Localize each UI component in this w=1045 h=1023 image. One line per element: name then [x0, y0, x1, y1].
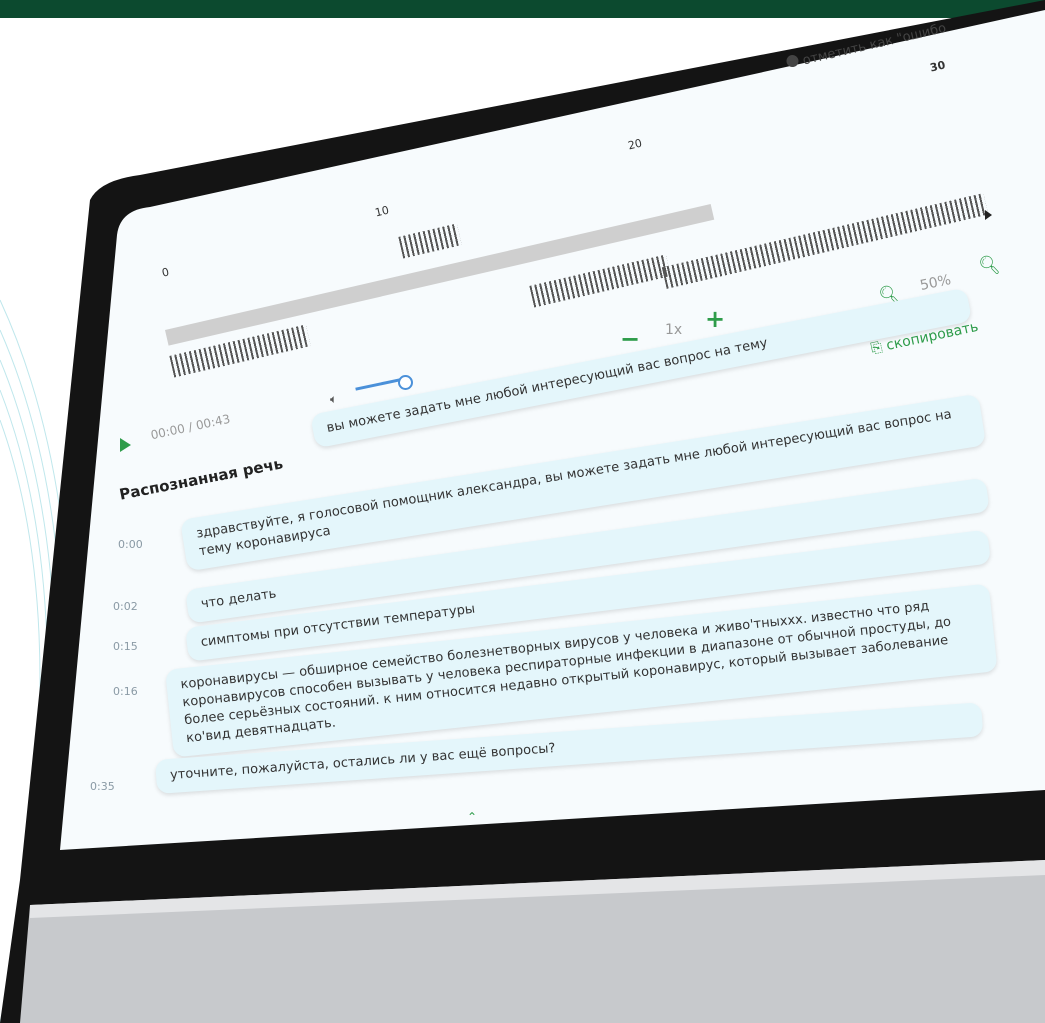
ruler-tick-10: 10 — [373, 203, 391, 220]
message-time: 0:16 — [113, 685, 138, 698]
scroll-up-icon[interactable]: ⌃ — [467, 810, 477, 824]
zoom-in-icon[interactable]: 🔍︎ — [978, 255, 1001, 276]
volume-icon[interactable]: 🔈︎ — [330, 392, 337, 407]
speed-down-button[interactable]: − — [620, 325, 640, 353]
message-time: 0:02 — [113, 600, 138, 613]
ruler-tick-0: 0 — [160, 265, 171, 280]
message-time: 0:35 — [90, 780, 115, 793]
copy-icon: ⎘ — [869, 339, 884, 358]
waveform-segment — [529, 254, 671, 308]
play-right-icon[interactable] — [985, 210, 992, 220]
message-text: что делать — [200, 586, 278, 612]
play-button[interactable] — [120, 438, 131, 452]
speed-up-button[interactable]: + — [705, 305, 725, 333]
waveform-segment — [398, 223, 462, 259]
ruler-tick-20: 20 — [626, 136, 644, 153]
volume-slider-thumb[interactable] — [398, 375, 413, 390]
message-time: 0:00 — [118, 538, 143, 551]
speed-value: 1x — [665, 322, 683, 338]
message-time: 0:15 — [113, 640, 138, 653]
ruler-tick-30: 30 — [928, 58, 947, 75]
